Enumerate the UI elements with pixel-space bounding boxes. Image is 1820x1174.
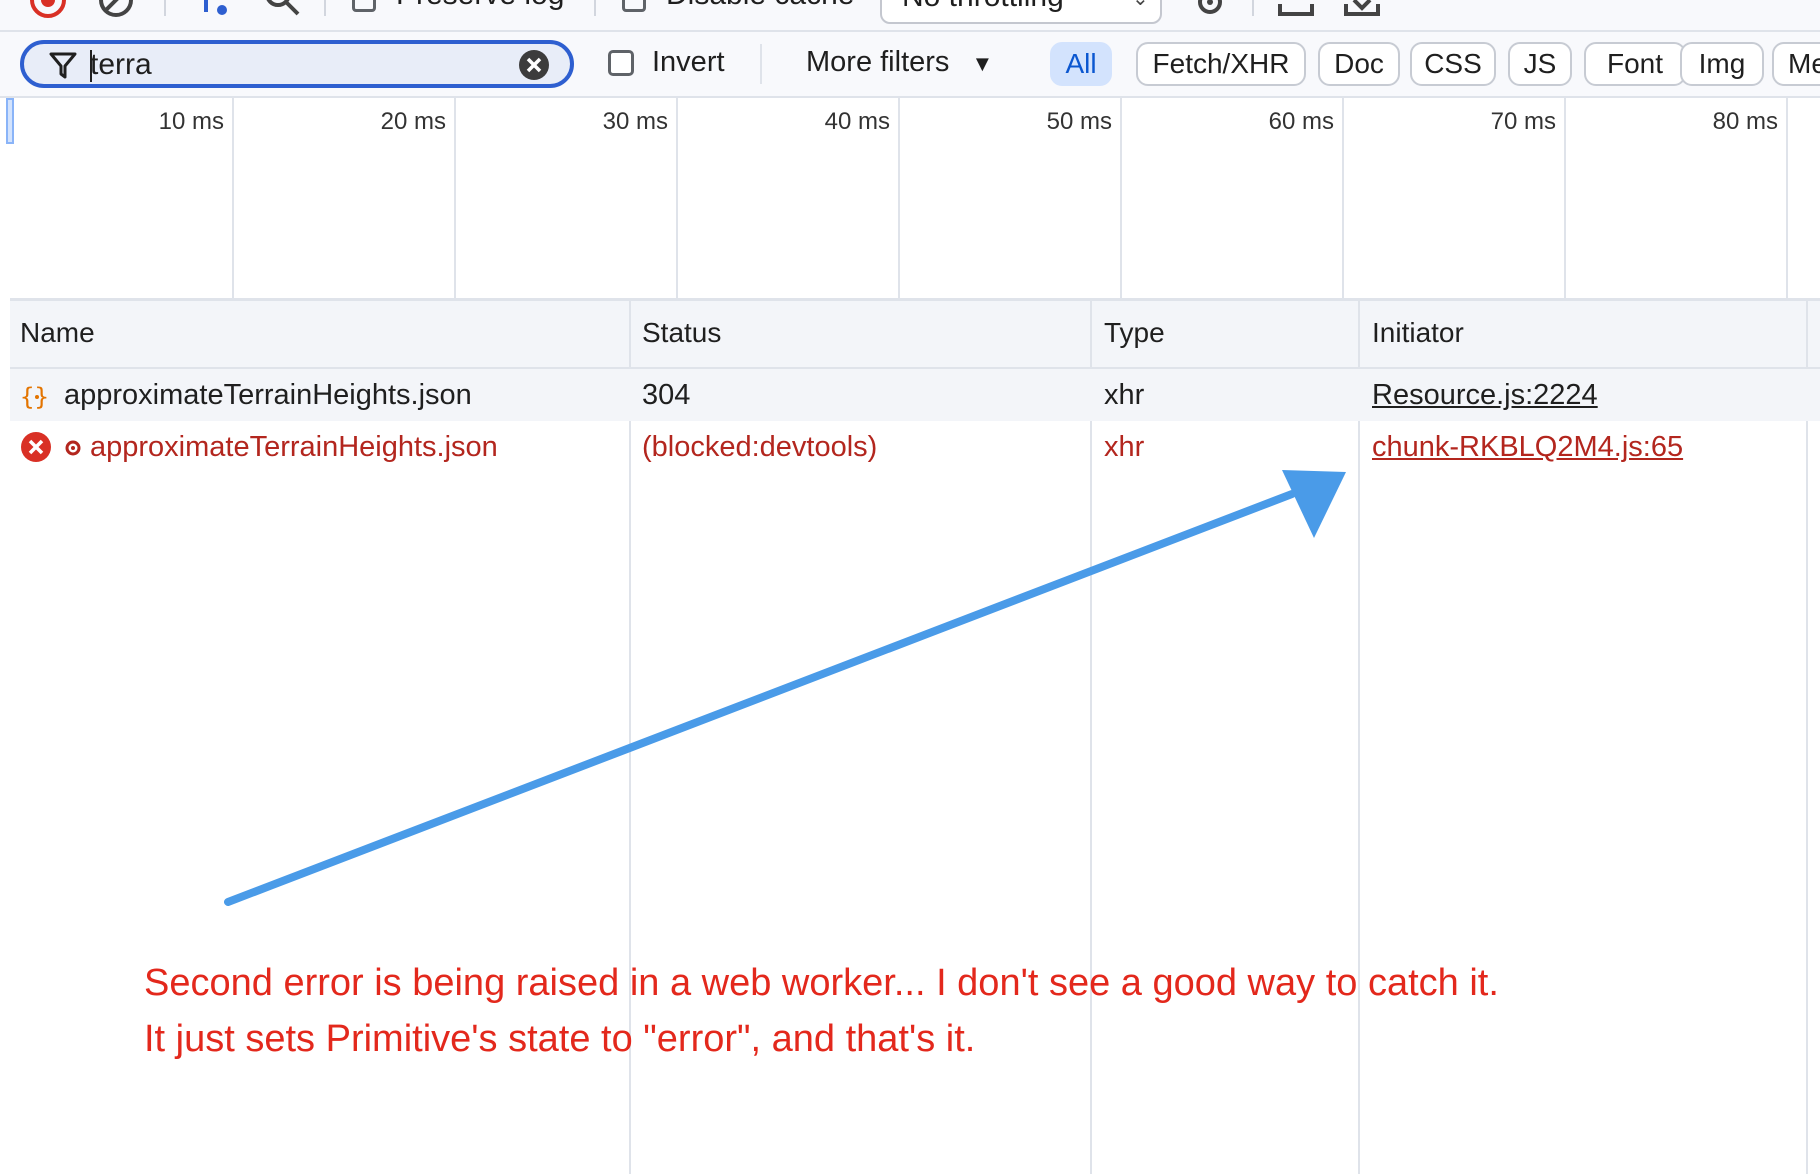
annotation-arrow-shaft (224, 490, 1296, 906)
annotation-text-line-2: It just sets Primitive's state to "error… (144, 1018, 976, 1060)
annotation-text-line-1: Second error is being raised in a web wo… (144, 962, 1499, 1004)
annotation-arrow-head (1282, 470, 1346, 538)
